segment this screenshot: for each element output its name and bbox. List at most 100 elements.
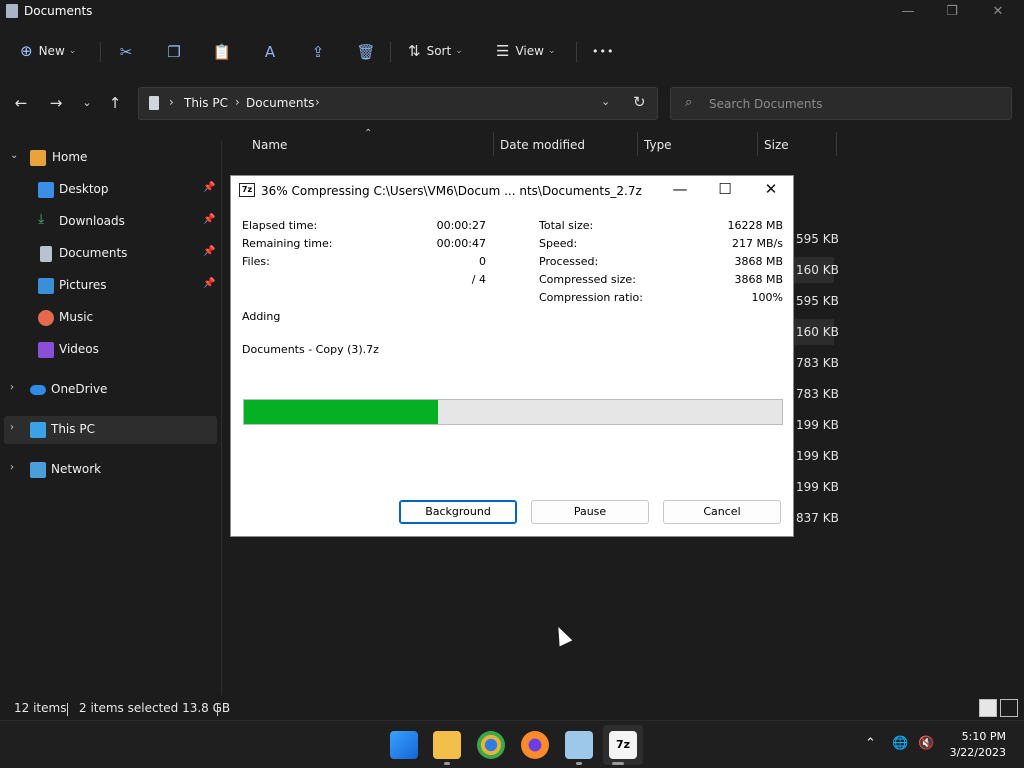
more-options-button[interactable]: ••• bbox=[592, 34, 614, 68]
pause-button[interactable]: Pause bbox=[531, 500, 649, 524]
start-icon[interactable] bbox=[390, 731, 418, 759]
delete-icon[interactable]: 🗑 bbox=[356, 42, 376, 62]
running-indicator bbox=[576, 762, 582, 765]
file-size: 595 KB bbox=[796, 294, 839, 308]
running-indicator bbox=[444, 762, 450, 765]
search-icon: ⌕ bbox=[685, 95, 693, 110]
sidebar-item-documents[interactable]: Documents 📌 bbox=[0, 240, 218, 268]
recent-locations-button[interactable]: ⌄ bbox=[76, 92, 98, 114]
total-size-label: Total size: bbox=[539, 219, 594, 232]
back-button[interactable]: ← bbox=[10, 92, 32, 114]
sort-button[interactable]: ⇅ Sort ⌄ bbox=[408, 34, 463, 68]
network-globe-icon[interactable]: 🌐 bbox=[892, 736, 908, 751]
column-header-size[interactable]: Size bbox=[764, 138, 789, 158]
refresh-icon[interactable]: ↻ bbox=[633, 93, 646, 111]
search-input[interactable] bbox=[709, 94, 999, 114]
navigation-pane: ⌄ Home Desktop 📌 ⤓ Downloads 📌 Documents… bbox=[0, 140, 222, 695]
sidebar-item-label: Documents bbox=[59, 246, 128, 260]
up-button[interactable]: ↑ bbox=[104, 92, 126, 114]
address-bar[interactable]: › This PC › Documents › ⌄ ↻ bbox=[138, 87, 658, 120]
file-explorer-icon[interactable] bbox=[433, 731, 461, 759]
share-icon[interactable]: ⇪ bbox=[308, 42, 328, 62]
breadcrumb-separator: › bbox=[315, 95, 320, 109]
column-divider[interactable] bbox=[757, 132, 758, 156]
plus-circle-icon: ⊕ bbox=[20, 42, 33, 60]
this-pc-icon bbox=[30, 422, 46, 438]
pictures-icon bbox=[38, 278, 54, 294]
sidebar-item-this-pc[interactable]: › This PC bbox=[4, 416, 217, 444]
firefox-icon[interactable] bbox=[521, 731, 549, 759]
sidebar-item-desktop[interactable]: Desktop 📌 bbox=[0, 176, 218, 204]
chevron-right-icon[interactable]: › bbox=[10, 382, 14, 393]
document-icon bbox=[149, 96, 159, 110]
pin-icon[interactable]: 📌 bbox=[203, 182, 215, 193]
sidebar-item-label: Downloads bbox=[59, 214, 125, 228]
action-status: Adding bbox=[242, 310, 281, 323]
sidebar-item-pictures[interactable]: Pictures 📌 bbox=[0, 272, 218, 300]
pin-icon[interactable]: 📌 bbox=[203, 246, 215, 257]
file-size: 160 KB bbox=[796, 263, 839, 277]
7zip-taskbar-icon[interactable]: 7z bbox=[609, 731, 637, 759]
close-window-button[interactable]: ✕ bbox=[983, 4, 1013, 19]
total-size-value: 16228 MB bbox=[727, 219, 783, 232]
files-value: 0 bbox=[479, 255, 486, 268]
column-divider[interactable] bbox=[836, 132, 837, 156]
search-box[interactable]: ⌕ bbox=[670, 87, 1012, 120]
videos-icon bbox=[38, 342, 54, 358]
column-divider[interactable] bbox=[637, 132, 638, 156]
sidebar-item-downloads[interactable]: ⤓ Downloads 📌 bbox=[0, 208, 218, 236]
forward-button[interactable]: → bbox=[45, 92, 67, 114]
breadcrumb-this-pc[interactable]: This PC bbox=[184, 96, 228, 110]
dialog-minimize-button[interactable]: — bbox=[665, 180, 695, 198]
chevron-down-icon: ⌄ bbox=[455, 46, 463, 56]
taskbar-clock[interactable]: 5:10 PM 3/22/2023 bbox=[950, 729, 1006, 761]
view-button[interactable]: ☰ View ⌄ bbox=[496, 34, 555, 68]
sidebar-item-videos[interactable]: Videos bbox=[0, 336, 218, 364]
rename-icon[interactable]: A bbox=[260, 42, 280, 62]
speed-value: 217 MB/s bbox=[732, 237, 783, 250]
chevron-right-icon[interactable]: › bbox=[10, 422, 14, 433]
view-label: View bbox=[515, 44, 544, 58]
chrome-icon[interactable] bbox=[477, 731, 505, 759]
clock-time: 5:10 PM bbox=[961, 730, 1006, 743]
downloads-icon: ⤓ bbox=[38, 211, 45, 227]
sidebar-item-onedrive[interactable]: › OneDrive bbox=[0, 376, 218, 404]
network-icon bbox=[30, 462, 46, 478]
sidebar-item-home[interactable]: ⌄ Home bbox=[0, 144, 218, 172]
column-header-date[interactable]: Date modified bbox=[500, 138, 585, 158]
address-history-dropdown[interactable]: ⌄ bbox=[601, 95, 610, 108]
elapsed-time-value: 00:00:27 bbox=[436, 219, 486, 232]
sidebar-item-music[interactable]: Music bbox=[0, 304, 218, 332]
show-hidden-icons-chevron-up-icon[interactable]: ⌃ bbox=[865, 736, 876, 751]
volume-muted-icon[interactable]: 🔇 bbox=[918, 736, 934, 751]
background-button[interactable]: Background bbox=[399, 500, 517, 524]
pin-icon[interactable]: 📌 bbox=[203, 278, 215, 289]
task-manager-icon[interactable] bbox=[565, 731, 593, 759]
minimize-button[interactable]: — bbox=[893, 4, 923, 19]
paste-icon[interactable]: 📋 bbox=[212, 42, 232, 62]
file-size: 160 KB bbox=[796, 325, 839, 339]
chevron-right-icon[interactable]: › bbox=[10, 462, 14, 473]
column-header-name[interactable]: Name bbox=[252, 138, 287, 158]
column-divider[interactable] bbox=[493, 132, 494, 156]
cut-icon[interactable]: ✂ bbox=[116, 42, 136, 62]
dialog-maximize-button[interactable]: ☐ bbox=[710, 180, 740, 198]
sidebar-item-label: This PC bbox=[51, 422, 95, 436]
column-header-type[interactable]: Type bbox=[644, 138, 672, 158]
breadcrumb-separator: › bbox=[169, 95, 174, 109]
copy-icon[interactable]: ❐ bbox=[164, 42, 184, 62]
sidebar-item-network[interactable]: › Network bbox=[0, 456, 218, 484]
tiles-view-button[interactable] bbox=[1000, 699, 1018, 717]
processed-label: Processed: bbox=[539, 255, 599, 268]
compression-progress-dialog: 7z 36% Compressing C:\Users\VM6\Docum ..… bbox=[230, 175, 794, 537]
breadcrumb-documents[interactable]: Documents bbox=[246, 96, 314, 110]
sidebar-item-label: Pictures bbox=[59, 278, 107, 292]
file-size: 783 KB bbox=[796, 356, 839, 370]
maximize-button[interactable]: ❐ bbox=[937, 4, 967, 19]
cancel-button[interactable]: Cancel bbox=[663, 500, 781, 524]
chevron-down-icon[interactable]: ⌄ bbox=[10, 150, 18, 161]
details-view-button[interactable] bbox=[979, 699, 997, 717]
new-button[interactable]: ⊕ New ⌄ bbox=[20, 34, 76, 68]
dialog-close-button[interactable]: ✕ bbox=[756, 180, 786, 198]
pin-icon[interactable]: 📌 bbox=[203, 214, 215, 225]
